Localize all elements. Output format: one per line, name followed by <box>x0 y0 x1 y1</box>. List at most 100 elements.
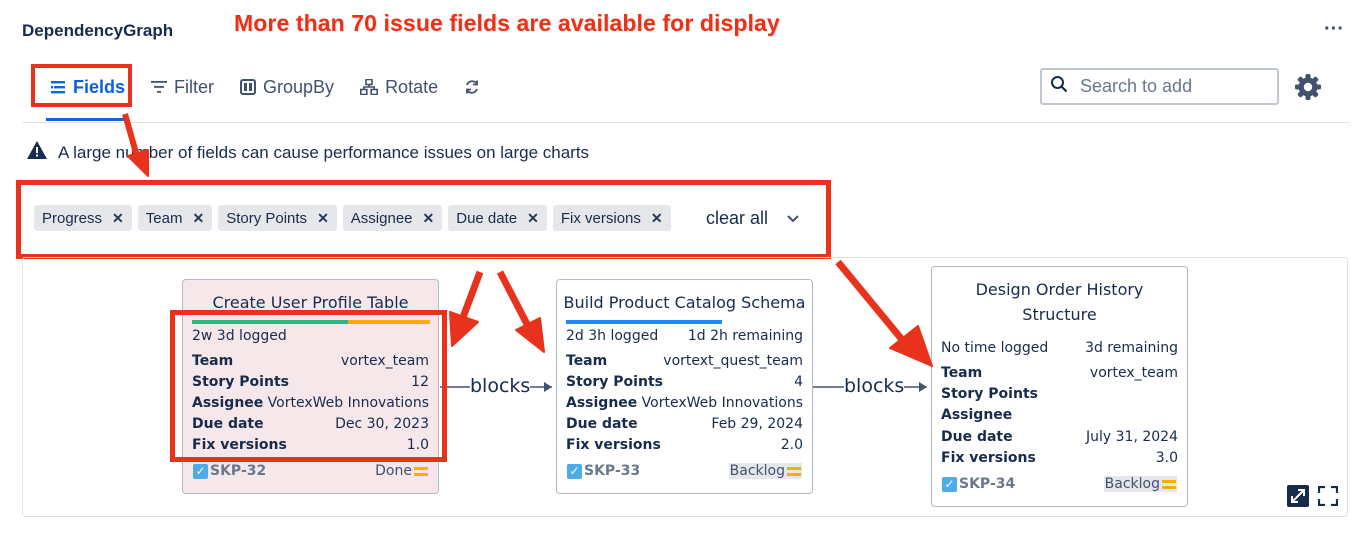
issue-key: SKP-34 <box>959 476 1016 492</box>
issue-key-link[interactable]: ✓ SKP-33 <box>567 463 640 479</box>
annotation-fields-highlight <box>31 64 132 107</box>
field-chip-team[interactable]: Team ✕ <box>137 205 213 231</box>
expand-icon <box>1287 485 1309 511</box>
status-badge: Done <box>375 463 428 479</box>
chevron-down-icon[interactable] <box>787 210 799 226</box>
filter-icon <box>151 80 168 94</box>
field-row-story-points: Story Points <box>941 384 1178 405</box>
status-label: Done <box>375 463 412 479</box>
refresh-icon <box>464 79 480 95</box>
field-row-fix-versions: Fix versions 2.0 <box>566 435 803 456</box>
field-label: Story Points <box>566 374 663 390</box>
annotation-headline: More than 70 issue fields are available … <box>234 10 780 36</box>
annotation-card-highlight <box>170 310 447 462</box>
status-badge: Backlog <box>1103 476 1177 492</box>
remove-icon[interactable]: ✕ <box>317 210 329 227</box>
field-chip-story-points[interactable]: Story Points ✕ <box>218 205 337 231</box>
logged-value: No time logged <box>941 340 1049 356</box>
settings-button[interactable] <box>1294 73 1322 106</box>
fit-to-view-button[interactable] <box>1287 485 1309 512</box>
field-row-assignee: Assignee VortexWeb Innovations <box>566 393 803 414</box>
field-row-story-points: Story Points 4 <box>566 372 803 393</box>
field-label: Due date <box>941 429 1013 445</box>
chip-label: Due date <box>456 209 518 227</box>
gear-icon <box>1294 74 1322 105</box>
remove-icon[interactable]: ✕ <box>423 210 435 227</box>
issue-key: SKP-32 <box>210 463 267 479</box>
card-title-line-1: Design Order History <box>975 280 1144 299</box>
field-row-due-date: Due date July 31, 2024 <box>941 427 1178 448</box>
time-row: No time logged 3d remaining <box>941 338 1178 359</box>
edge-label: blocks <box>470 375 531 397</box>
status-label: Backlog <box>729 463 785 479</box>
field-label: Team <box>941 365 983 381</box>
search-icon <box>1050 75 1068 98</box>
field-value: Feb 29, 2024 <box>711 416 803 432</box>
field-row-due-date: Due date Feb 29, 2024 <box>566 414 803 435</box>
search-field[interactable] <box>1040 68 1279 105</box>
field-chip-progress[interactable]: Progress ✕ <box>34 205 132 231</box>
issue-key-link[interactable]: ✓ SKP-34 <box>942 476 1015 492</box>
logged-value: 2d 3h logged <box>566 328 659 344</box>
issue-card[interactable]: Design Order History Structure No time l… <box>931 266 1188 507</box>
issue-key-link[interactable]: ✓ SKP-32 <box>193 463 266 479</box>
remove-icon[interactable]: ✕ <box>112 210 124 227</box>
field-chip-fix-versions[interactable]: Fix versions ✕ <box>552 205 671 231</box>
clear-all-button[interactable]: clear all <box>706 208 768 229</box>
story-checkbox-icon: ✓ <box>567 463 582 479</box>
remove-icon[interactable]: ✕ <box>527 210 539 227</box>
refresh-button[interactable] <box>464 79 480 95</box>
groupby-icon <box>240 79 257 95</box>
app-title: DependencyGraph <box>22 21 174 40</box>
priority-medium-icon <box>787 466 801 476</box>
tab-rotate-label: Rotate <box>385 76 439 97</box>
field-value: vortext_quest_team <box>663 353 803 369</box>
issue-card[interactable]: Build Product Catalog Schema 2d 3h logge… <box>556 279 813 494</box>
fullscreen-button[interactable] <box>1317 485 1339 511</box>
priority-medium-icon <box>414 466 428 476</box>
warning-text: A large number of fields can cause perfo… <box>58 142 590 162</box>
chip-label: Team <box>145 209 183 227</box>
chip-label: Assignee <box>350 209 413 227</box>
remove-icon[interactable]: ✕ <box>651 210 663 227</box>
story-checkbox-icon: ✓ <box>942 476 957 492</box>
tab-rotate[interactable]: Rotate <box>360 77 438 98</box>
field-label: Team <box>566 353 608 369</box>
time-row: 2d 3h logged 1d 2h remaining <box>566 326 803 347</box>
performance-warning: A large number of fields can cause perfo… <box>26 140 589 165</box>
field-label: Story Points <box>941 386 1038 402</box>
tab-groupby-label: GroupBy <box>263 76 335 97</box>
priority-medium-icon <box>1162 479 1176 489</box>
card-title-line-2: Structure <box>1022 305 1097 324</box>
field-chip-assignee[interactable]: Assignee ✕ <box>342 205 443 231</box>
status-badge: Backlog <box>728 463 802 479</box>
more-icon[interactable]: ··· <box>1324 18 1344 41</box>
field-row-fix-versions: Fix versions 3.0 <box>941 448 1178 469</box>
selected-fields: Progress ✕ Team ✕ Story Points ✕ Assignee ✕ … <box>34 205 677 231</box>
field-value: July 31, 2024 <box>1086 429 1178 445</box>
remaining-value: 1d 2h remaining <box>687 328 803 344</box>
field-label: Due date <box>566 416 638 432</box>
tab-filter[interactable]: Filter <box>151 77 214 98</box>
chip-label: Progress <box>42 209 103 227</box>
active-tab-indicator <box>46 118 126 121</box>
edge-label: blocks <box>844 375 905 397</box>
progress-logged-bar <box>566 320 722 324</box>
remaining-value: 3d remaining <box>1085 340 1178 356</box>
tabs-divider <box>22 122 1350 123</box>
status-label: Backlog <box>1104 476 1160 492</box>
field-row-team: Team vortext_quest_team <box>566 351 803 372</box>
field-row-assignee: Assignee <box>941 405 1178 426</box>
issue-key: SKP-33 <box>584 463 641 479</box>
fullscreen-icon <box>1317 485 1339 510</box>
chip-label: Story Points <box>226 209 308 227</box>
tab-groupby[interactable]: GroupBy <box>240 77 334 98</box>
field-label: Assignee <box>941 407 1013 423</box>
remove-icon[interactable]: ✕ <box>192 210 204 227</box>
field-label: Assignee <box>566 395 638 411</box>
field-chip-due-date[interactable]: Due date ✕ <box>448 205 547 231</box>
search-input[interactable] <box>1078 75 1262 98</box>
chip-label: Fix versions <box>560 209 641 227</box>
field-label: Fix versions <box>566 437 661 453</box>
card-title: Build Product Catalog Schema <box>563 293 806 312</box>
